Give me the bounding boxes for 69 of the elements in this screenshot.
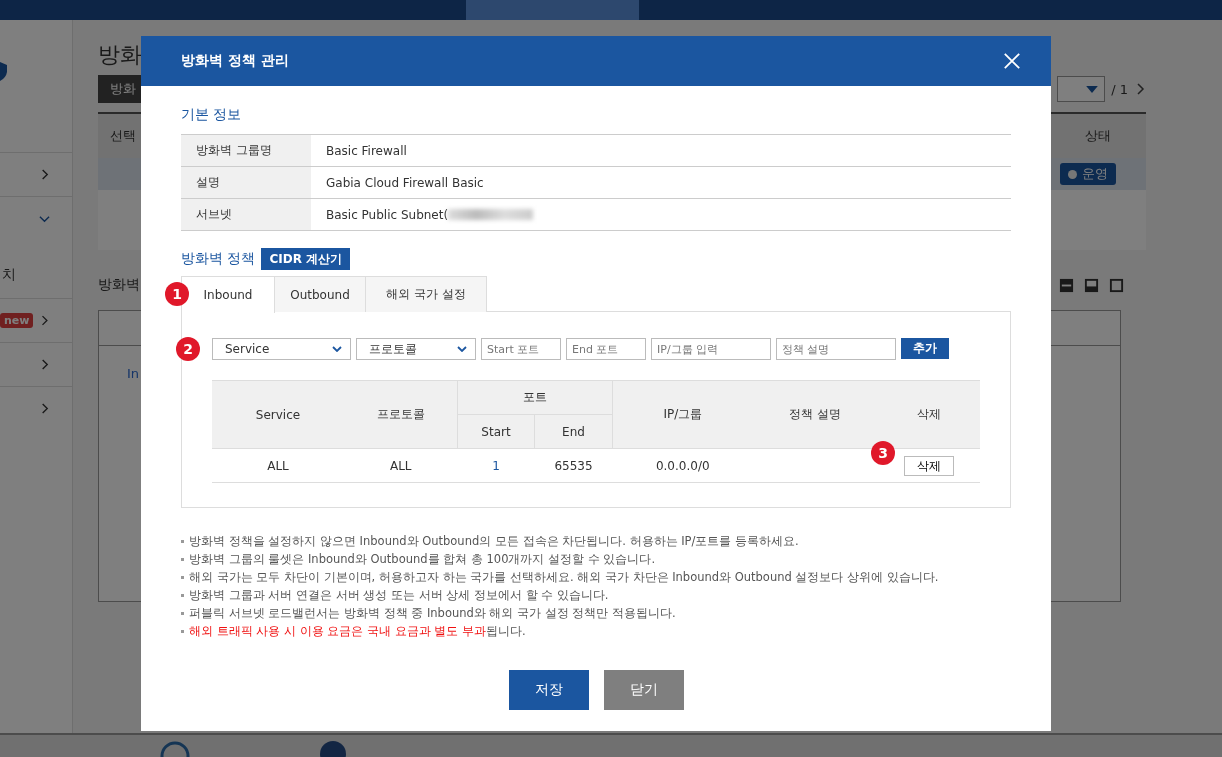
tab[interactable]: 해외 국가 설정 [365, 276, 487, 312]
column-header: 상태 [1085, 127, 1111, 145]
close-button[interactable]: 닫기 [603, 670, 684, 710]
table-cell: ALL [344, 448, 458, 483]
column-header: 선택 [110, 127, 136, 145]
close-icon[interactable] [1003, 52, 1021, 70]
section-heading: 기본 정보 [181, 106, 243, 124]
layout-icon[interactable] [1059, 277, 1074, 293]
dialog-title: 방화벽 정책 관리 [181, 52, 289, 70]
column-header: 프로토콜 [344, 380, 458, 449]
info-value: Basic Firewall [326, 143, 407, 158]
start-port-field[interactable]: Start 포트 [481, 338, 561, 360]
note-text: 퍼블릭 서브넷 로드밸런서는 방화벽 정책 중 Inbound와 해외 국가 설정 정책만 적용됩니다. [189, 605, 676, 622]
description-field[interactable]: 정책 설명 [776, 338, 896, 360]
layout-icon[interactable] [1084, 277, 1099, 293]
note-text: 방화벽 정책을 설정하지 않으면 Inbound와 Outbound의 모든 접속은 차단됩니다. 허용하는 IP/포트를 등록하세요. [189, 533, 799, 550]
delete-button[interactable]: 삭제 [903, 455, 954, 476]
cidr-calculator-button[interactable]: CIDR 계산기 [261, 248, 351, 270]
sidebar-subitem[interactable]: 치 [2, 266, 72, 284]
note-text: 해외 국가는 모두 차단이 기본이며, 허용하고자 하는 국가를 선택하세요. 해외 국가 차단은 Inbound와 Outbound 설정보다 상위에 있습니다. [189, 569, 939, 586]
table-cell: ALL [212, 448, 344, 483]
step-marker: 2 [176, 337, 200, 361]
info-label: 서브넷 [181, 199, 311, 230]
add-button[interactable]: 추가 [901, 338, 949, 359]
column-header: Service [212, 380, 344, 449]
new-badge: new [0, 313, 34, 328]
bullet-icon [181, 539, 184, 543]
info-value: Gabia Cloud Firewall Basic [326, 175, 484, 190]
chevron-down-icon [457, 346, 467, 352]
column-header: 정책 설명 [753, 380, 877, 449]
bullet-icon [181, 611, 184, 615]
layout-icon[interactable] [1109, 277, 1124, 293]
ip-group-field[interactable]: IP/그룹 입력 [651, 338, 771, 360]
info-label: 설명 [181, 167, 311, 198]
bullet-icon [181, 593, 184, 597]
service-select[interactable]: Service [212, 338, 351, 360]
column-header: IP/그룹 [612, 380, 753, 449]
column-header: 포트 [457, 380, 613, 415]
bullet-icon [181, 557, 184, 561]
column-header: Start [457, 414, 535, 449]
info-label: 방화벽 그룹명 [181, 135, 311, 166]
column-header: 삭제 [877, 380, 980, 449]
page-count: / 1 [1111, 81, 1128, 97]
step-marker: 3 [871, 441, 895, 465]
tab[interactable]: Inbound [181, 276, 275, 313]
tab[interactable]: Outbound [274, 276, 366, 312]
protocol-select[interactable]: 프로토콜 [356, 338, 476, 360]
note-text: 방화벽 그룹과 서버 연결은 서버 생성 또는 서버 상세 정보에서 할 수 있습니다. [189, 587, 609, 604]
bullet-icon [181, 575, 184, 579]
section-heading: 방화벽 정책 [181, 250, 256, 268]
note-text: 방화벽 그룹의 룰셋은 Inbound와 Outbound를 합쳐 총 100개까지 설정할 수 있습니다. [189, 551, 656, 568]
table-cell: 0.0.0.0/0 [612, 448, 753, 483]
table-cell: 1 [457, 448, 535, 483]
section-title: 방화벽 [98, 276, 140, 294]
page-title: 방화 [98, 41, 142, 69]
info-value: Basic Public Subnet( [326, 207, 449, 222]
page-select[interactable] [1057, 76, 1106, 102]
step-marker: 1 [165, 282, 189, 306]
bullet-icon [181, 629, 184, 633]
table-cell: 65535 [534, 448, 613, 483]
caret-icon [1086, 85, 1099, 93]
panel-text: In [127, 366, 140, 381]
chevron-right-icon[interactable] [1134, 83, 1146, 95]
note-text: 해외 트래픽 사용 시 이용 요금은 국내 요금과 별도 부과됩니다. [189, 623, 526, 640]
column-header: End [534, 414, 613, 449]
save-button[interactable]: 저장 [508, 670, 589, 710]
status-badge: 운영 [1060, 163, 1116, 185]
end-port-field[interactable]: End 포트 [566, 338, 646, 360]
chevron-down-icon [332, 346, 342, 352]
